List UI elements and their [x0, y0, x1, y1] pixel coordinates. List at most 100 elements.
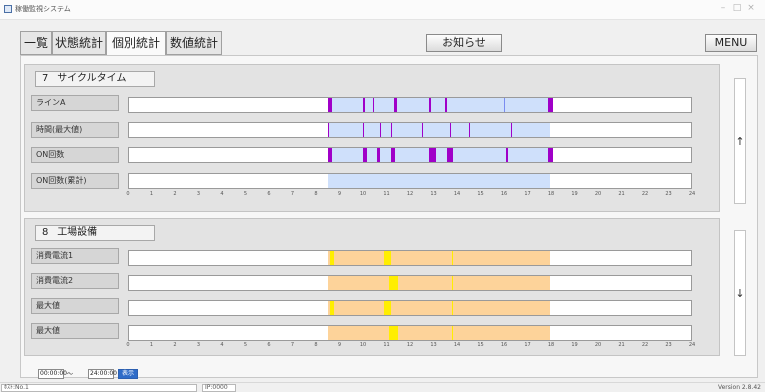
axis-tick-label: 0 — [126, 342, 130, 348]
event-mark — [377, 148, 380, 162]
axis-tick-label: 16 — [500, 342, 508, 348]
tab-status-stats[interactable]: 状態統計 — [52, 31, 106, 55]
track-on-count-total — [128, 173, 692, 189]
section-name: 工場設備 — [57, 227, 98, 238]
event-mark — [449, 123, 451, 137]
event-mark — [330, 251, 334, 265]
status-host: ﾎｽﾄ:No.1 — [1, 384, 197, 392]
version-label: Version 2.8.42 — [717, 384, 761, 391]
event-mark — [452, 326, 454, 340]
axis-tick-label: 1 — [149, 191, 154, 197]
maximize-button[interactable]: □ — [731, 3, 743, 13]
axis-tick-label: 23 — [665, 342, 672, 348]
axis-tick-label: 12 — [406, 191, 414, 197]
axis-tick-label: 6 — [267, 191, 271, 197]
event-mark — [428, 148, 436, 162]
axis-tick-label: 20 — [594, 342, 602, 348]
axis-tick-label: 2 — [173, 191, 177, 197]
axis-tick-label: 14 — [453, 342, 461, 348]
event-mark — [328, 98, 332, 112]
active-range-fill — [328, 251, 551, 265]
row-label-max-1: 最大値 — [31, 298, 119, 314]
section-number: 8 — [42, 227, 49, 238]
end-time-input[interactable]: 24:00:00 — [88, 369, 117, 379]
row-label-current-1: 消費電流1 — [31, 248, 119, 264]
row-label-line-a: ラインA — [31, 95, 119, 111]
app-icon — [4, 5, 12, 13]
axis-tick-label: 19 — [571, 191, 578, 197]
window-title: 稼働監視システム — [15, 5, 71, 13]
event-mark — [384, 301, 392, 315]
event-mark — [452, 276, 454, 290]
axis-tick-label: 21 — [618, 191, 625, 197]
menu-button[interactable]: MENU — [705, 34, 757, 52]
axis-tick-label: 21 — [618, 342, 625, 348]
event-mark — [510, 123, 512, 137]
axis-tick-label: 4 — [220, 342, 224, 348]
section-number: 7 — [42, 73, 49, 84]
track-max-1 — [128, 300, 692, 316]
scroll-up-button[interactable]: ↑ — [734, 78, 746, 204]
event-mark — [503, 98, 505, 112]
axis-tick-label: 0 — [126, 191, 130, 197]
axis-tick-label: 18 — [547, 342, 555, 348]
close-button[interactable]: × — [745, 3, 757, 13]
event-mark — [452, 301, 454, 315]
tab-overview[interactable]: 一覧 — [20, 31, 52, 55]
axis-tick-label: 5 — [243, 191, 248, 197]
axis-tick-label: 1 — [149, 342, 154, 348]
axis-tick-label: 8 — [314, 191, 318, 197]
axis-tick-label: 3 — [196, 342, 201, 348]
event-mark — [447, 148, 454, 162]
axis-tick-label: 15 — [477, 342, 484, 348]
event-mark — [391, 123, 393, 137]
row-label-max-2: 最大値 — [31, 323, 119, 339]
axis-tick-label: 13 — [430, 191, 437, 197]
section-cycle-time: 7 サイクルタイム — [24, 64, 720, 212]
event-mark — [328, 148, 332, 162]
event-mark — [548, 98, 553, 112]
axis-tick-label: 24 — [688, 191, 696, 197]
row-label-on-count: ON回数 — [31, 147, 119, 163]
active-range-fill — [328, 123, 551, 137]
row-label-current-2: 消費電流2 — [31, 273, 119, 289]
window-titlebar: 稼働監視システム – □ × — [0, 0, 765, 20]
axis-tick-label: 4 — [220, 191, 224, 197]
event-mark — [506, 148, 509, 162]
track-current-2 — [128, 275, 692, 291]
active-range-fill — [328, 148, 551, 162]
event-mark — [384, 251, 392, 265]
row-label-on-count-total: ON回数(累計) — [31, 173, 119, 189]
axis-tick-label: 19 — [571, 342, 578, 348]
minimize-button[interactable]: – — [717, 3, 729, 13]
scroll-down-button[interactable]: ↓ — [734, 230, 746, 356]
track-on-count — [128, 147, 692, 163]
tab-numeric-stats[interactable]: 数値統計 — [166, 31, 222, 55]
axis-tick-label: 7 — [290, 342, 295, 348]
active-range-fill — [328, 301, 551, 315]
event-mark — [379, 123, 381, 137]
notice-button[interactable]: お知らせ — [426, 34, 502, 52]
axis-tick-label: 3 — [196, 191, 201, 197]
event-mark — [330, 301, 334, 315]
event-mark — [445, 98, 448, 112]
axis-tick-label: 16 — [500, 191, 508, 197]
event-mark — [372, 98, 375, 112]
event-mark — [363, 98, 366, 112]
active-range-fill — [328, 276, 551, 290]
display-button[interactable]: 表示 — [118, 369, 138, 379]
row-label-time-max: 時間(最大値) — [31, 122, 119, 138]
axis-tick-label: 10 — [359, 191, 367, 197]
start-time-input[interactable]: 00:00:00 — [38, 369, 67, 379]
event-mark — [421, 123, 423, 137]
section-title: 7 サイクルタイム — [35, 71, 155, 87]
section-title: 8 工場設備 — [35, 225, 155, 241]
section-name: サイクルタイム — [57, 73, 127, 84]
axis-tick-label: 8 — [314, 342, 318, 348]
tab-individual-stats[interactable]: 個別統計 — [106, 31, 166, 56]
active-range-fill — [328, 98, 551, 112]
axis-tick-label: 17 — [524, 191, 531, 197]
track-line-a — [128, 97, 692, 113]
time-axis-top: 0 1 2 3 4 5 6 7 8 9 10 11 12 13 14 15 16 17 18 19 20 21 22 23 24 — [126, 191, 696, 201]
track-time-max — [128, 122, 692, 138]
